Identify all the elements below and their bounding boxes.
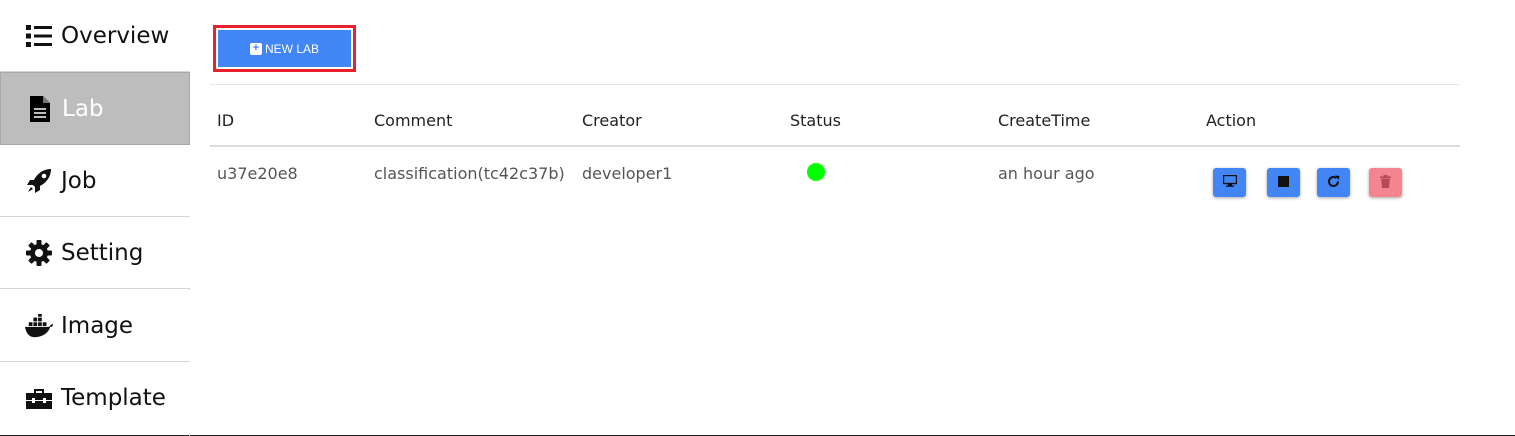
gear-icon	[25, 239, 53, 267]
sidebar-item-setting[interactable]: Setting	[0, 217, 190, 289]
list-icon	[25, 22, 53, 50]
main-content: + NEW LAB ID Comment Creator Status Crea…	[210, 0, 1460, 436]
stop-icon	[1278, 175, 1289, 190]
sidebar-item-label: Lab	[62, 95, 104, 122]
sidebar-item-label: Template	[61, 385, 166, 411]
column-header-creator: Creator	[582, 111, 642, 130]
new-lab-highlight: + NEW LAB	[213, 25, 356, 72]
open-desktop-button[interactable]	[1213, 168, 1246, 197]
rocket-icon	[25, 167, 53, 195]
column-header-id: ID	[217, 111, 235, 130]
sidebar-item-lab[interactable]: Lab	[0, 72, 190, 145]
cell-comment: classification(tc42c37b)	[374, 164, 565, 183]
sidebar-item-label: Image	[61, 312, 134, 339]
restart-button[interactable]	[1317, 168, 1350, 197]
docker-icon	[25, 312, 53, 340]
column-header-status: Status	[790, 111, 841, 130]
column-header-comment: Comment	[374, 111, 453, 130]
toolbar: + NEW LAB	[210, 0, 1460, 85]
status-indicator	[807, 163, 825, 181]
stop-button[interactable]	[1267, 168, 1300, 197]
trash-icon	[1380, 174, 1391, 191]
desktop-icon	[1222, 174, 1237, 190]
toolbox-icon	[25, 384, 53, 412]
delete-button[interactable]	[1369, 168, 1402, 197]
plus-square-icon: +	[249, 42, 262, 55]
sidebar-item-job[interactable]: Job	[0, 145, 190, 217]
new-lab-button[interactable]: + NEW LAB	[218, 30, 351, 67]
sidebar-item-template[interactable]: Template	[0, 362, 190, 434]
sidebar-item-overview[interactable]: Overview	[0, 0, 190, 72]
sidebar: Overview Lab Job Setting Image Template	[0, 0, 190, 436]
sidebar-item-image[interactable]: Image	[0, 290, 190, 362]
app-root: Overview Lab Job Setting Image Template …	[0, 0, 1515, 436]
new-lab-label: NEW LAB	[264, 41, 319, 56]
sidebar-item-label: Job	[61, 167, 97, 194]
restart-icon	[1327, 175, 1340, 191]
file-icon	[26, 95, 54, 123]
column-header-createtime: CreateTime	[998, 111, 1091, 130]
cell-id: u37e20e8	[217, 164, 298, 183]
sidebar-item-label: Overview	[61, 22, 170, 49]
sidebar-item-label: Setting	[61, 239, 144, 266]
table-row: u37e20e8 classification(tc42c37b) develo…	[210, 148, 1460, 206]
cell-creator: developer1	[582, 164, 673, 183]
column-header-action: Action	[1206, 111, 1257, 130]
table-header: ID Comment Creator Status CreateTime Act…	[210, 93, 1460, 147]
cell-create-time: an hour ago	[998, 164, 1095, 183]
